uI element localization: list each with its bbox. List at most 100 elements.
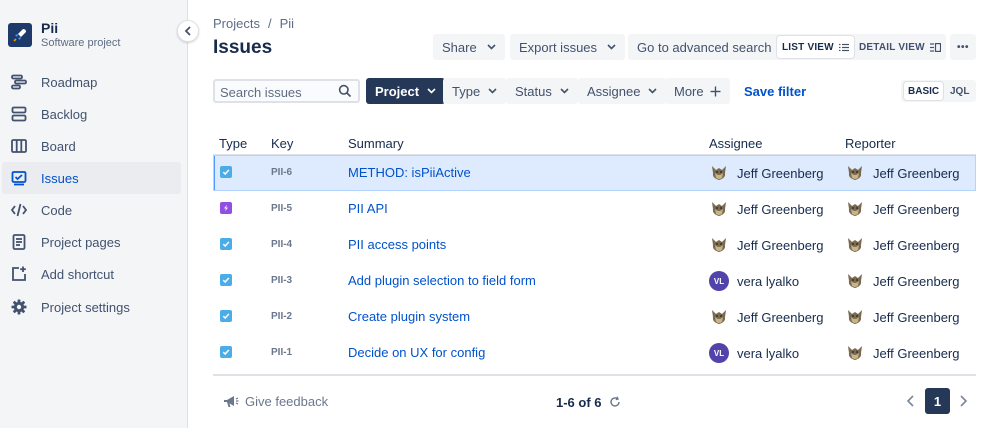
sidebar-item-backlog[interactable]: Backlog (2, 98, 181, 130)
page-1-button[interactable]: 1 (925, 388, 950, 414)
sidebar-item-project-pages[interactable]: Project pages (2, 226, 181, 258)
issue-summary[interactable]: METHOD: isPiiActive (348, 165, 471, 180)
column-header-type[interactable]: Type (219, 136, 247, 151)
issue-key[interactable]: PII-6 (271, 167, 292, 178)
issue-summary[interactable]: Add plugin selection to field form (348, 273, 536, 288)
search-mode-switcher: BASIC JQL (901, 80, 976, 102)
issue-summary[interactable]: PII access points (348, 237, 446, 252)
detail-view-icon (929, 42, 941, 52)
assignee-name: Jeff Greenberg (737, 201, 824, 217)
column-header-assignee[interactable]: Assignee (709, 136, 762, 151)
sidebar-item-label: Code (41, 203, 73, 218)
sidebar-item-add-shortcut[interactable]: Add shortcut (2, 258, 181, 290)
column-header-summary[interactable]: Summary (348, 136, 404, 151)
sidebar-item-code[interactable]: Code (2, 194, 181, 226)
issue-summary[interactable]: Decide on UX for config (348, 345, 485, 360)
megaphone-icon (224, 396, 239, 407)
table-row[interactable]: PII-2 Create plugin system Jeff Greenber… (213, 299, 976, 335)
type-filter-label: Type (452, 83, 481, 99)
sidebar-item-project-settings[interactable]: Project settings (2, 291, 181, 323)
reporter-cell: Jeff Greenberg (845, 343, 959, 363)
rocket-icon (8, 23, 32, 47)
table-row[interactable]: PII-1 Decide on UX for config VL vera ly… (213, 335, 976, 371)
jql-mode-button[interactable]: JQL (946, 82, 973, 100)
board-icon (10, 137, 28, 155)
task-icon (220, 166, 232, 178)
issue-summary[interactable]: Create plugin system (348, 309, 470, 324)
assignee-cell: VL vera lyalko (709, 271, 799, 291)
reporter-name: Jeff Greenberg (873, 201, 960, 217)
column-header-key[interactable]: Key (271, 136, 293, 151)
project-filter-button[interactable]: Project (366, 78, 446, 104)
issue-key[interactable]: PII-2 (271, 311, 292, 322)
sidebar-item-label: Backlog (41, 107, 88, 122)
more-filters-button[interactable]: More (665, 78, 730, 104)
user-photo-avatar (709, 307, 729, 327)
table-row[interactable]: PII-4 PII access points Jeff Greenberg J… (213, 227, 976, 263)
reporter-name: Jeff Greenberg (873, 345, 960, 361)
save-filter-button[interactable]: Save filter (744, 84, 806, 99)
give-feedback-label: Give feedback (245, 394, 329, 409)
assignee-name: Jeff Greenberg (737, 309, 824, 325)
type-filter-button[interactable]: Type (443, 78, 507, 104)
chevron-left-icon[interactable] (905, 394, 917, 408)
breadcrumb-current[interactable]: Pii (280, 16, 294, 31)
export-label: Export issues (519, 39, 598, 55)
roadmap-icon (10, 73, 28, 91)
plus-icon (710, 86, 721, 96)
reporter-cell: Jeff Greenberg (845, 199, 959, 219)
detail-view-button[interactable]: DETAIL VIEW (854, 36, 946, 58)
status-filter-button[interactable]: Status (506, 78, 578, 104)
share-button[interactable]: Share (433, 34, 505, 60)
assignee-filter-button[interactable]: Assignee (578, 78, 667, 104)
user-photo-avatar (845, 307, 865, 327)
assignee-name: Jeff Greenberg (737, 237, 824, 253)
refresh-icon[interactable] (609, 396, 621, 408)
issue-key[interactable]: PII-5 (271, 203, 292, 214)
issue-key[interactable]: PII-3 (271, 275, 292, 286)
detail-view-label: DETAIL VIEW (859, 41, 925, 53)
advanced-search-button[interactable]: Go to advanced search (628, 34, 781, 60)
table-row[interactable]: PII-6 METHOD: isPiiActive Jeff Greenberg… (213, 155, 976, 191)
task-icon (220, 310, 232, 322)
reporter-cell: Jeff Greenberg (845, 271, 959, 291)
code-icon (10, 201, 28, 219)
issue-summary[interactable]: PII API (348, 201, 388, 216)
chevron-down-icon (427, 88, 436, 94)
assignee-cell: Jeff Greenberg (709, 307, 823, 327)
list-view-button[interactable]: LIST VIEW (777, 36, 854, 58)
export-issues-button[interactable]: Export issues (510, 34, 626, 60)
sidebar-item-issues[interactable]: Issues (2, 162, 181, 194)
user-photo-avatar (845, 199, 865, 219)
reporter-cell: Jeff Greenberg (845, 163, 959, 183)
breadcrumb-projects[interactable]: Projects (213, 16, 260, 31)
assignee-cell: VL vera lyalko (709, 343, 799, 363)
sidebar-item-roadmap[interactable]: Roadmap (2, 66, 181, 98)
column-header-reporter[interactable]: Reporter (845, 136, 896, 151)
give-feedback-button[interactable]: Give feedback (222, 394, 328, 409)
issue-key[interactable]: PII-4 (271, 239, 292, 250)
chevron-left-icon (184, 26, 191, 36)
search-input[interactable]: Search issues (213, 79, 360, 103)
page-title: Issues (213, 37, 273, 58)
sidebar-item-board[interactable]: Board (2, 130, 181, 162)
sidebar-item-label: Issues (41, 171, 79, 186)
share-label: Share (442, 39, 477, 55)
more-actions-label: ••• (956, 41, 969, 53)
collapse-sidebar-button[interactable] (177, 20, 199, 42)
sidebar-item-label: Roadmap (41, 75, 98, 90)
pages-icon (10, 233, 28, 251)
assignee-name: vera lyalko (737, 345, 800, 361)
chevron-right-icon[interactable] (957, 394, 969, 408)
issue-key[interactable]: PII-1 (271, 347, 292, 358)
basic-mode-button[interactable]: BASIC (904, 82, 944, 100)
task-icon (220, 274, 232, 286)
assignee-name: Jeff Greenberg (737, 165, 824, 181)
table-row[interactable]: PII-3 Add plugin selection to field form… (213, 263, 976, 299)
project-header[interactable]: Pii Software project (0, 0, 188, 60)
search-placeholder: Search issues (220, 85, 302, 100)
more-actions-button[interactable]: ••• (950, 34, 976, 60)
table-row[interactable]: PII-5 PII API Jeff Greenberg Jeff Greenb… (213, 191, 976, 227)
task-icon (220, 238, 232, 250)
more-filters-label: More (674, 83, 704, 99)
